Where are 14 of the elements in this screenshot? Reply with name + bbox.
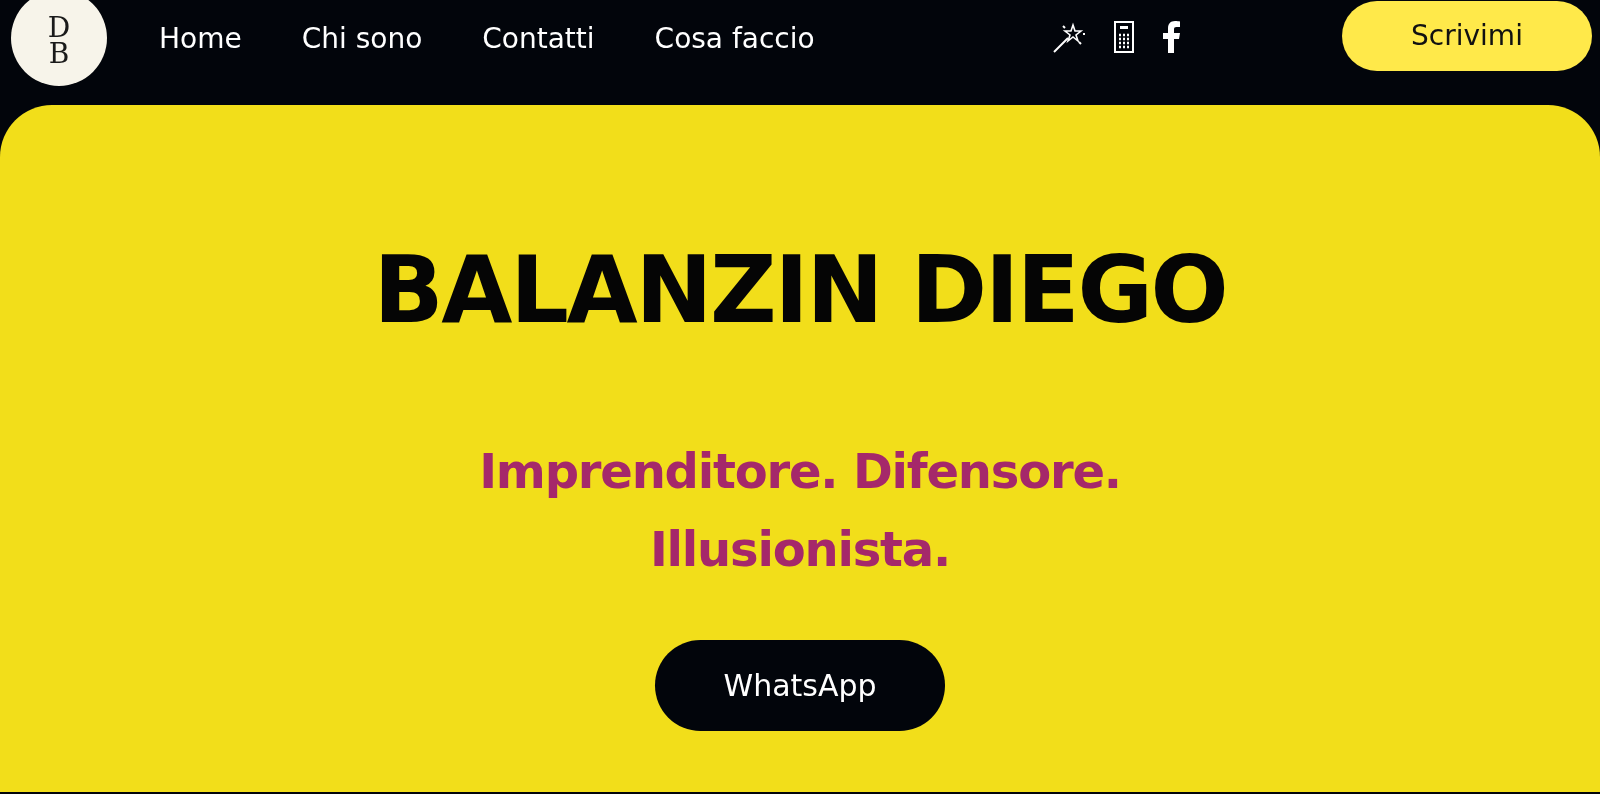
logo-letter: D [47, 15, 71, 41]
hero-subtitle: Illusionista. [649, 520, 951, 579]
hero-title: BALANZIN DIEGO [373, 245, 1227, 337]
write-me-button[interactable]: Scrivimi [1342, 1, 1592, 71]
mobile-phone-icon[interactable] [1114, 21, 1134, 53]
logo-letter: B [48, 41, 70, 67]
nav-link[interactable]: Contatti [482, 18, 595, 60]
hero-subtitle: Imprenditore. Difensore. [479, 442, 1121, 501]
logo[interactable]: D B [11, 0, 107, 86]
nav-link[interactable]: Home [159, 18, 242, 60]
nav-link[interactable]: Cosa faccio [654, 18, 815, 60]
whatsapp-button[interactable]: WhatsApp [655, 640, 945, 731]
facebook-icon[interactable] [1162, 21, 1180, 53]
nav-link[interactable]: Chi sono [301, 18, 423, 60]
